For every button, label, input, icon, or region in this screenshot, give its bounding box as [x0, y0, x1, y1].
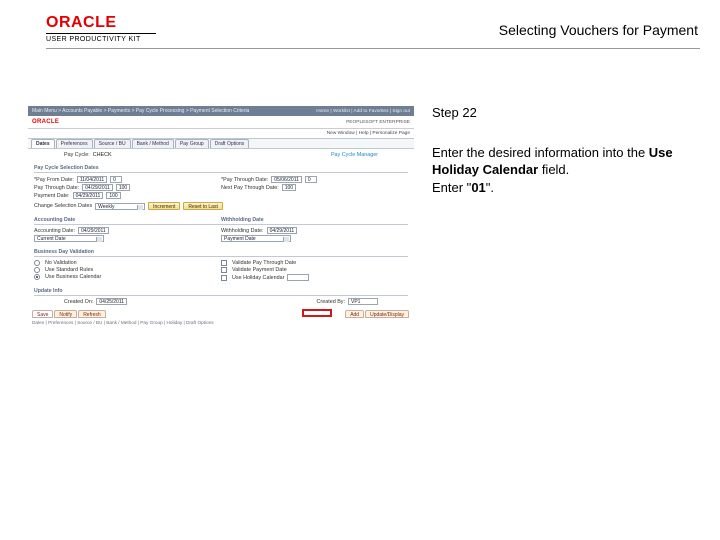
add-button[interactable]: Add — [345, 310, 364, 318]
group-accounting-date: Accounting Date — [34, 217, 221, 225]
window-links[interactable]: New Window | Help | Personalize Page — [28, 129, 414, 138]
oracle-logo: ORACLE USER PRODUCTIVITY KIT — [46, 14, 156, 43]
bottom-tab-links[interactable]: Dates | Preferences | Source / BU | Bank… — [28, 318, 414, 325]
header-rule — [46, 48, 700, 49]
created-on-label: Created On: — [64, 299, 93, 305]
action-buttons: Save Notify Refresh Add Update/Display — [28, 310, 414, 318]
save-button[interactable]: Save — [32, 310, 53, 318]
group-update-info: Update Info — [34, 288, 408, 296]
created-by-label: Created By: — [317, 299, 345, 305]
accounting-date-label: Accounting Date: — [34, 228, 75, 234]
tab-source-bu[interactable]: Source / BU — [94, 139, 131, 148]
page-title: Selecting Vouchers for Payment — [499, 22, 698, 38]
notify-button[interactable]: Notify — [54, 310, 77, 318]
holiday-calendar-input[interactable] — [287, 274, 309, 281]
radio-standard-rules[interactable] — [34, 267, 40, 273]
instruction-text: Enter the desired information into the U… — [432, 144, 682, 179]
step-label: Step 22 — [432, 104, 682, 122]
standard-rules-label: Use Standard Rules — [45, 267, 93, 273]
section-selection-dates: Pay Cycle Selection Dates *Pay From Date… — [28, 161, 414, 213]
no-validation-label: No Validation — [45, 260, 77, 266]
pay-through-input[interactable]: 04/29/2011 — [82, 184, 113, 191]
instruction-line1-suffix: field. — [538, 162, 569, 177]
payment-date-label: Payment Date: — [34, 193, 70, 199]
pay-through-label: Pay Through Date: — [34, 185, 79, 191]
group-business-day: Business Day Validation — [34, 249, 408, 257]
increment-button[interactable]: Increment — [148, 202, 180, 210]
breadcrumb: Main Menu > Accounts Payable > Payments … — [32, 108, 249, 114]
paycycle-value: CHECK — [93, 152, 112, 158]
instruction-value-line: Enter "01". — [432, 179, 682, 197]
page-tabs: Dates Preferences Source / BU Bank / Met… — [28, 138, 414, 149]
pay-from-label: *Pay From Date: — [34, 177, 74, 183]
group-selection-dates: Pay Cycle Selection Dates — [34, 165, 408, 173]
payment-date-input[interactable]: 04/29/2011 — [73, 192, 104, 199]
tab-bank-method[interactable]: Bank / Method — [132, 139, 174, 148]
req-pay-through-label: *Pay Through Date: — [221, 177, 268, 183]
instruction-panel: Step 22 Enter the desired information in… — [432, 104, 682, 196]
instruction-line2-suffix: ". — [486, 180, 494, 195]
payment-date-offset[interactable]: 100 — [106, 192, 120, 199]
validate-payment-date-label: Validate Payment Date — [232, 267, 287, 273]
refresh-button[interactable]: Refresh — [78, 310, 106, 318]
withholding-basis-select[interactable]: Payment Date — [221, 235, 291, 242]
section-business-day: Business Day Validation No Validation Us… — [28, 245, 414, 284]
page-header: ORACLE USER PRODUCTIVITY KIT Selecting V… — [46, 14, 700, 48]
radio-no-validation[interactable] — [34, 260, 40, 266]
paycycle-label: Pay Cycle: — [64, 152, 90, 158]
accounting-basis-select[interactable]: Current Date — [34, 235, 104, 242]
instruction-line1-prefix: Enter the desired information into the — [432, 145, 649, 160]
accounting-date-input[interactable]: 04/29/2011 — [78, 227, 109, 234]
app-screenshot: Main Menu > Accounts Payable > Payments … — [28, 106, 414, 386]
upk-subtitle: USER PRODUCTIVITY KIT — [46, 33, 156, 43]
validate-pay-through-label: Validate Pay Through Date — [232, 260, 296, 266]
tab-draft-options[interactable]: Draft Options — [210, 139, 249, 148]
withholding-date-label: Withholding Date: — [221, 228, 264, 234]
req-pay-through-input[interactable]: 05/06/2011 — [271, 176, 302, 183]
section-update-info: Update Info Created On: 04/25/2011 Creat… — [28, 284, 414, 308]
req-pay-through-offset[interactable]: 0 — [305, 176, 317, 183]
app-oracle-logo: ORACLE — [32, 119, 59, 125]
update-display-button[interactable]: Update/Display — [365, 310, 409, 318]
app-breadcrumb-bar: Main Menu > Accounts Payable > Payments … — [28, 106, 414, 116]
instruction-line2-prefix: Enter " — [432, 180, 471, 195]
app-product-name: PEOPLESOFT ENTERPRISE — [346, 120, 410, 125]
tab-preferences[interactable]: Preferences — [56, 139, 93, 148]
app-title-bar: ORACLE PEOPLESOFT ENTERPRISE — [28, 116, 414, 128]
change-dates-label: Change Selection Dates — [34, 203, 92, 209]
group-withholding-date: Withholding Date — [221, 217, 408, 225]
checkbox-validate-payment-date[interactable] — [221, 267, 227, 273]
section-paycycle: Pay Cycle: CHECK Pay Cycle Manager — [28, 149, 414, 161]
next-pay-through-offset[interactable]: 100 — [282, 184, 296, 191]
pay-from-offset[interactable]: 0 — [110, 176, 122, 183]
global-links[interactable]: Home | Worklist | Add to Favorites | Sig… — [316, 109, 410, 114]
created-by-value: VP1 — [348, 298, 378, 305]
holiday-calendar-label: Use Holiday Calendar — [232, 275, 284, 281]
paycycle-manager-link[interactable]: Pay Cycle Manager — [331, 152, 378, 158]
radio-business-calendar[interactable] — [34, 274, 40, 280]
created-on-value: 04/25/2011 — [96, 298, 127, 305]
reset-button[interactable]: Reset to Last — [183, 202, 222, 210]
instruction-value: 01 — [471, 180, 485, 195]
checkbox-validate-pay-through[interactable] — [221, 260, 227, 266]
withholding-date-input[interactable]: 04/29/2011 — [267, 227, 298, 234]
business-calendar-label: Use Business Calendar — [45, 274, 101, 280]
pay-through-offset[interactable]: 100 — [116, 184, 130, 191]
oracle-wordmark: ORACLE — [46, 14, 156, 32]
checkbox-holiday-calendar[interactable] — [221, 275, 227, 281]
pay-from-input[interactable]: 11/04/2011 — [77, 176, 107, 183]
tab-dates[interactable]: Dates — [31, 139, 55, 148]
tab-pay-group[interactable]: Pay Group — [175, 139, 209, 148]
section-acct-with: Accounting Date Accounting Date: 04/29/2… — [28, 213, 414, 245]
change-dates-select[interactable]: Weekly — [95, 203, 145, 210]
next-pay-through-label: Next Pay Through Date: — [221, 185, 279, 191]
